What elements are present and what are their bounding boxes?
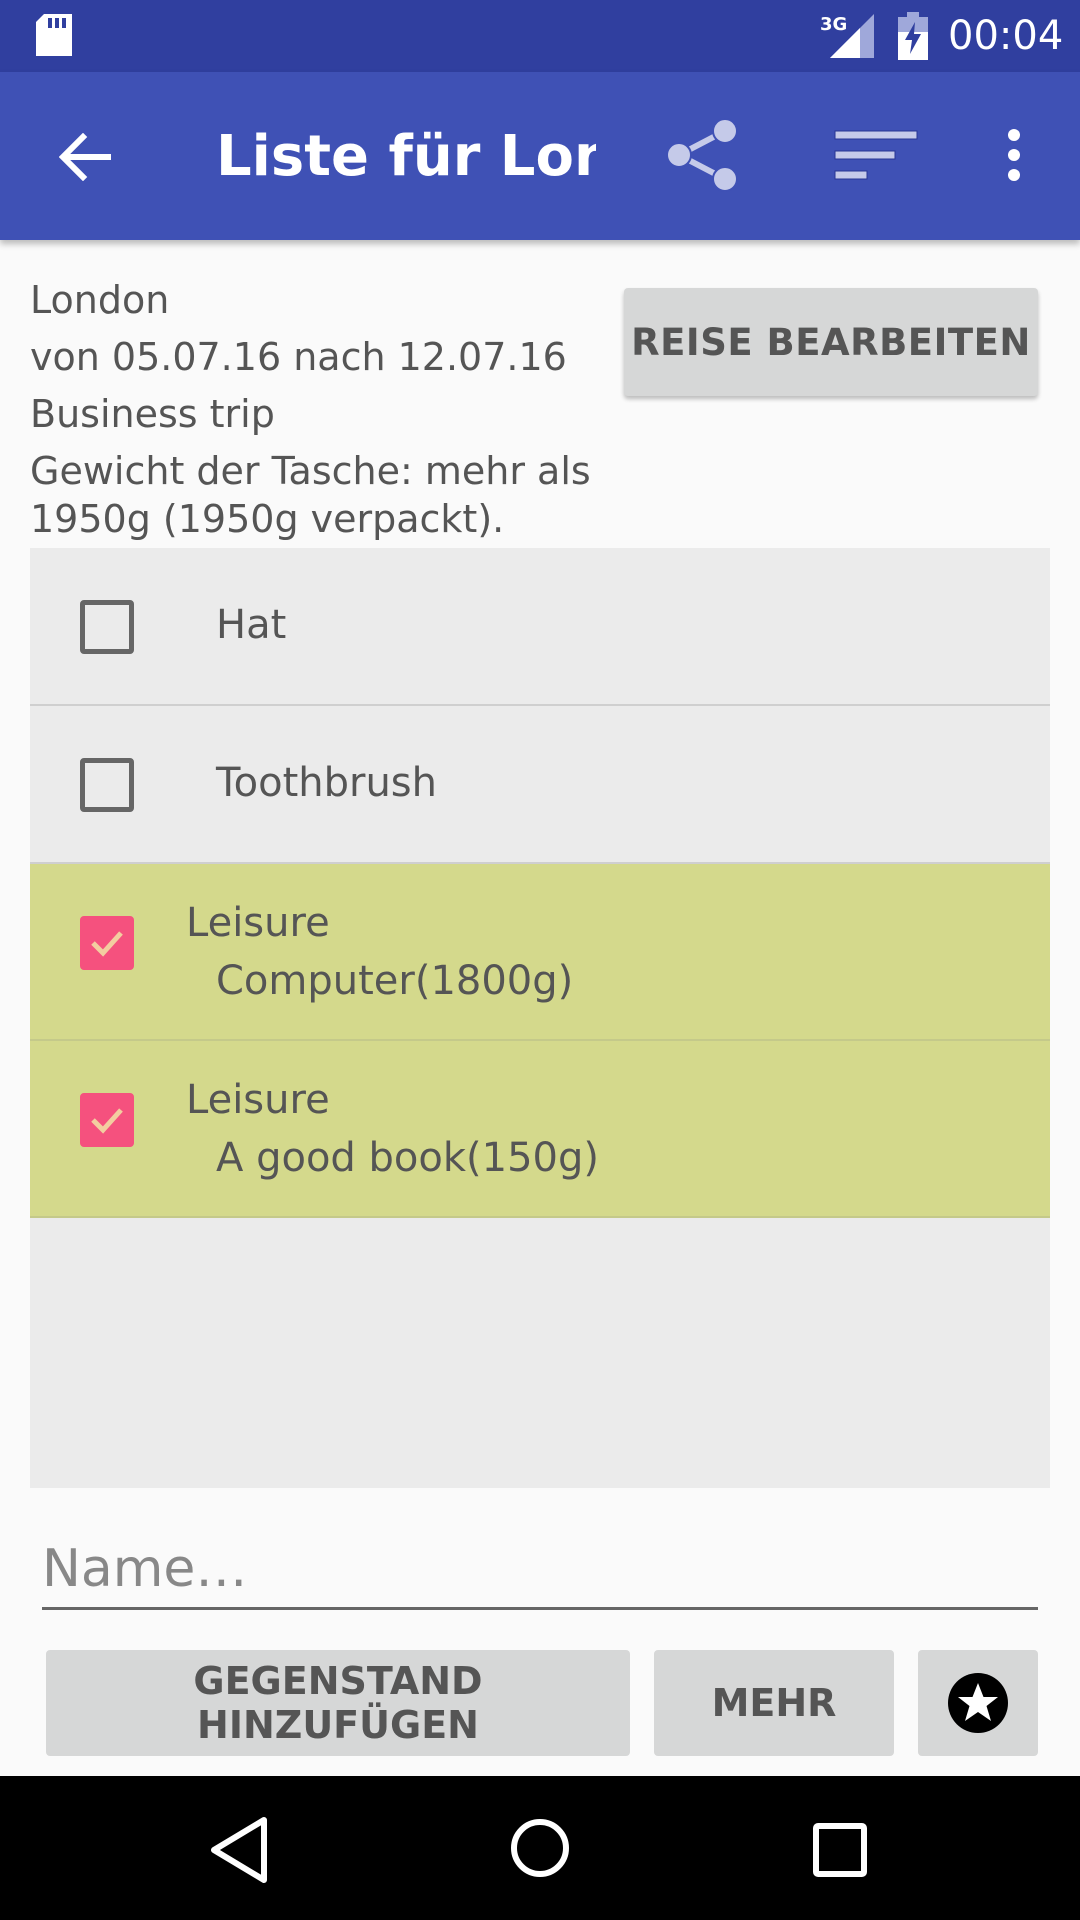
battery-charging-icon: [898, 12, 928, 60]
favorite-button[interactable]: [918, 1650, 1038, 1756]
navigation-bar: [0, 1776, 1080, 1920]
checkmark-icon: [91, 1108, 123, 1134]
item-name: A good book(150g): [216, 1135, 599, 1181]
share-icon: [666, 118, 738, 192]
overflow-menu-icon: [1008, 129, 1020, 181]
clock: 00:04: [948, 13, 1064, 59]
status-bar: 3G 00:04: [0, 0, 1080, 72]
trip-info: London von 05.07.16 nach 12.07.16 Busine…: [30, 272, 610, 543]
item-checkbox[interactable]: [80, 758, 134, 812]
star-circle-icon: [948, 1673, 1008, 1733]
nav-recent-apps-icon[interactable]: [800, 1812, 880, 1888]
back-arrow-icon: [59, 133, 111, 181]
sd-card-icon: [36, 14, 72, 56]
item-checkbox-checked[interactable]: [80, 916, 134, 970]
trip-destination: London: [30, 278, 170, 322]
signal-icon: 3G: [820, 14, 874, 58]
share-button[interactable]: [658, 110, 748, 200]
overflow-menu-button[interactable]: [986, 110, 1042, 200]
list-item[interactable]: Leisure Computer(1800g): [30, 864, 1050, 1041]
list-item[interactable]: Hat: [30, 548, 1050, 706]
back-button[interactable]: [40, 112, 130, 202]
item-name-input[interactable]: [42, 1530, 1038, 1610]
network-type-label: 3G: [820, 14, 847, 35]
nav-home-icon[interactable]: [500, 1806, 580, 1890]
packing-list: Hat Toothbrush Leisure Computer(1800g) L…: [30, 548, 1050, 1488]
checkmark-icon: [91, 931, 123, 957]
page-title: Liste für Lon…: [216, 124, 596, 189]
item-checkbox[interactable]: [80, 600, 134, 654]
list-item[interactable]: Toothbrush: [30, 706, 1050, 864]
list-item[interactable]: Leisure A good book(150g): [30, 1041, 1050, 1218]
trip-dates: von 05.07.16 nach 12.07.16: [30, 335, 567, 379]
nav-back-icon[interactable]: [200, 1812, 280, 1888]
item-name: Computer(1800g): [216, 958, 574, 1004]
item-name: Toothbrush: [216, 760, 437, 806]
app-bar: Liste für Lon…: [0, 72, 1080, 240]
item-name: Hat: [216, 602, 287, 648]
item-category: Leisure: [186, 900, 330, 946]
sort-icon: [834, 130, 918, 180]
item-checkbox-checked[interactable]: [80, 1093, 134, 1147]
trip-type: Business trip: [30, 392, 275, 436]
bag-weight: Gewicht der Tasche: mehr als 1950g (1950…: [30, 449, 591, 541]
sort-button[interactable]: [828, 110, 924, 200]
add-item-button[interactable]: GEGENSTAND HINZUFÜGEN: [46, 1650, 630, 1756]
item-category: Leisure: [186, 1077, 330, 1123]
more-button[interactable]: MEHR: [654, 1650, 894, 1756]
edit-trip-button[interactable]: REISE BEARBEITEN: [624, 288, 1038, 396]
